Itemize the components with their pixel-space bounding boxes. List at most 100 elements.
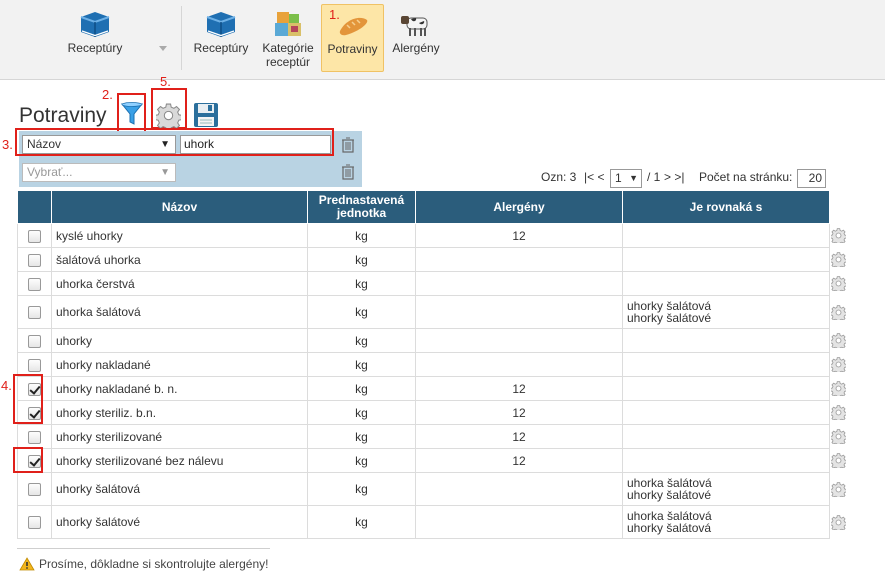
table-row[interactable]: uhorky šalátové kg uhorka šalátová uhorky š… — [17, 505, 830, 539]
food-name: uhorka šalátová — [51, 295, 308, 329]
same-as — [622, 223, 830, 248]
row-settings-icon[interactable] — [830, 514, 847, 532]
table-row[interactable]: uhorky nakladané kg — [17, 352, 830, 377]
header-name[interactable]: Názov — [51, 190, 308, 224]
filter-second-select[interactable]: Vybrať... ▼ — [22, 163, 176, 182]
food-name: uhorky nakladané — [51, 352, 308, 377]
same-as: uhorka šalátová uhorky šalátové — [622, 472, 830, 506]
row-settings-icon[interactable] — [830, 405, 847, 423]
chevron-down-icon: ▼ — [160, 167, 170, 178]
row-settings-icon[interactable] — [830, 481, 847, 499]
table-row[interactable]: uhorky šalátová kg uhorka šalátová uhorky š… — [17, 472, 830, 506]
filter-search-input[interactable]: uhork — [180, 135, 331, 154]
allergens — [415, 295, 623, 329]
toolbar-recipes-menu[interactable]: Receptúry — [60, 4, 130, 72]
bread-icon — [339, 17, 367, 36]
row-select-cell — [17, 223, 52, 248]
toolbar-label: Kategórie receptúr — [262, 41, 314, 69]
first-prev-page-buttons[interactable]: |< < — [584, 170, 604, 184]
cow-icon — [401, 16, 428, 36]
row-settings-icon[interactable] — [830, 276, 847, 294]
same-as — [622, 448, 830, 473]
save-icon[interactable] — [193, 102, 219, 128]
same-as — [622, 247, 830, 272]
row-settings-icon[interactable] — [830, 333, 847, 351]
annotation-marker: 2. — [102, 87, 113, 102]
clear-filter-icon[interactable] — [341, 164, 355, 180]
allergens: 12 — [415, 376, 623, 401]
default-unit: kg — [307, 424, 416, 449]
same-as — [622, 376, 830, 401]
table-body: kyslé uhorky kg 12 šalátová uhorka kg uhorka … — [17, 223, 830, 539]
row-checkbox[interactable] — [28, 253, 41, 267]
row-checkbox[interactable] — [28, 483, 41, 497]
default-unit: kg — [307, 328, 416, 353]
food-name: uhorky steriliz. b.n. — [51, 400, 308, 425]
row-settings-icon[interactable] — [830, 453, 847, 471]
table-row[interactable]: uhorky sterilizované bez nálevu kg 12 — [17, 448, 830, 473]
row-settings-icon[interactable] — [830, 429, 847, 447]
default-unit: kg — [307, 505, 416, 539]
food-name: uhorky šalátová — [51, 472, 308, 506]
row-checkbox[interactable] — [28, 358, 41, 372]
warning-text: Prosíme, dôkladne si skontrolujte alergé… — [39, 557, 269, 571]
row-checkbox[interactable] — [28, 516, 41, 530]
gear-icon[interactable] — [156, 103, 181, 128]
row-checkbox[interactable] — [28, 277, 41, 291]
row-settings-icon[interactable] — [830, 357, 847, 375]
allergen-warning: Prosíme, dôkladne si skontrolujte alergé… — [19, 557, 268, 571]
table-row[interactable]: šalátová uhorka kg — [17, 247, 830, 272]
row-checkbox[interactable] — [28, 334, 41, 348]
allergens: 12 — [415, 223, 623, 248]
default-unit: kg — [307, 271, 416, 296]
foods-table: Názov Prednastavená jednotka Alergény Je… — [17, 190, 830, 539]
header-same-as[interactable]: Je rovnaká s — [622, 190, 830, 224]
toolbar-allergens[interactable]: Alergény — [387, 4, 445, 72]
table-row[interactable]: uhorky kg — [17, 328, 830, 353]
current-page: 1 — [615, 171, 622, 185]
toolbar-recipe-categories[interactable]: Kategórie receptúr — [258, 4, 318, 72]
same-as: uhorka šalátová uhorky šalátová — [622, 505, 830, 539]
same-as: uhorky šalátová uhorky šalátové — [622, 295, 830, 329]
next-last-page-buttons[interactable]: > >| — [664, 170, 684, 184]
table-row[interactable]: uhorky sterilizované kg 12 — [17, 424, 830, 449]
table-row[interactable]: uhorka šalátová kg uhorky šalátová uhorky š… — [17, 295, 830, 329]
row-settings-icon[interactable] — [830, 228, 847, 246]
header-allergens[interactable]: Alergény — [415, 190, 623, 224]
row-settings-icon[interactable] — [830, 252, 847, 270]
filter-icon[interactable] — [120, 101, 144, 127]
clear-filter-icon[interactable] — [341, 137, 355, 153]
header-unit[interactable]: Prednastavená jednotka — [307, 190, 416, 224]
same-as-item: uhorky šalátové — [627, 488, 712, 502]
allergens — [415, 505, 623, 539]
per-page-input[interactable]: 20 — [797, 169, 826, 188]
row-checkbox[interactable] — [28, 229, 41, 243]
toolbar-recipes[interactable]: Receptúry — [188, 4, 254, 72]
default-unit: kg — [307, 472, 416, 506]
table-row[interactable]: uhorky steriliz. b.n. kg 12 — [17, 400, 830, 425]
food-name: kyslé uhorky — [51, 223, 308, 248]
page-select[interactable]: 1 ▼ — [610, 169, 642, 188]
filter-field-select[interactable]: Názov ▼ — [22, 135, 176, 154]
chevron-down-icon[interactable] — [159, 46, 167, 51]
row-settings-icon[interactable] — [830, 304, 847, 322]
row-checkbox[interactable] — [28, 306, 41, 320]
allergens — [415, 271, 623, 296]
warning-icon — [19, 557, 35, 571]
table-row[interactable]: kyslé uhorky kg 12 — [17, 223, 830, 248]
row-select-cell — [17, 247, 52, 272]
top-toolbar: Receptúry Receptúry Kategórie receptúr P… — [0, 0, 885, 80]
default-unit: kg — [307, 223, 416, 248]
row-select-cell — [17, 271, 52, 296]
food-name: uhorky nakladané b. n. — [51, 376, 308, 401]
same-as — [622, 424, 830, 449]
default-unit: kg — [307, 400, 416, 425]
annotation-marker: 1. — [329, 7, 340, 22]
allergens — [415, 247, 623, 272]
table-row[interactable]: uhorka čerstvá kg — [17, 271, 830, 296]
same-as — [622, 328, 830, 353]
table-row[interactable]: uhorky nakladané b. n. kg 12 — [17, 376, 830, 401]
row-settings-icon[interactable] — [830, 381, 847, 399]
per-page-label: Počet na stránku: — [699, 170, 793, 184]
row-checkbox[interactable] — [28, 430, 41, 444]
